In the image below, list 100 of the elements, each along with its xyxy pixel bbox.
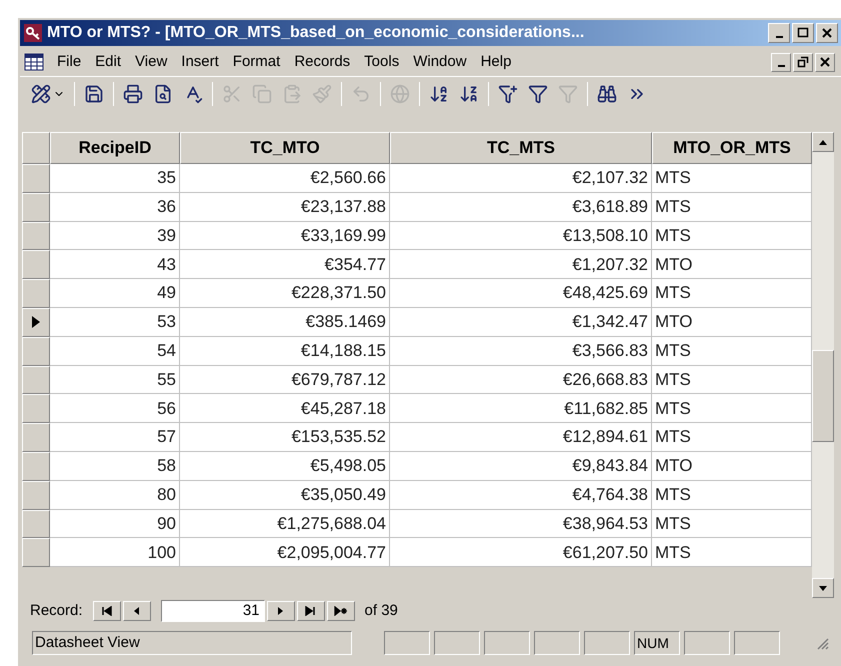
menu-item[interactable]: Records (287, 50, 358, 74)
printer-icon (123, 84, 143, 104)
table-cell: MTS (652, 279, 812, 308)
menu-item[interactable]: View (128, 50, 174, 74)
table-cell: 57 (50, 423, 180, 452)
filter-icon (558, 84, 578, 104)
next-record-button[interactable] (266, 601, 295, 621)
column-header[interactable]: TC_MTS (390, 132, 652, 164)
last-record-button[interactable] (296, 601, 325, 621)
scroll-down-icon[interactable] (819, 586, 827, 590)
menu-item[interactable]: Help (474, 50, 518, 74)
table-cell: €23,137.88 (180, 192, 390, 222)
minimize-button[interactable] (768, 23, 790, 43)
menu-item[interactable]: Tools (357, 50, 406, 74)
last-record-icon (304, 606, 318, 616)
menu-item[interactable]: Window (406, 50, 474, 74)
table-cell: 43 (50, 250, 180, 280)
previous-record-icon (132, 606, 142, 616)
row-selector[interactable] (22, 308, 50, 337)
scroll-thumb[interactable] (812, 350, 834, 442)
paintbrush-icon (312, 84, 332, 104)
table-cell: €4,764.38 (390, 480, 652, 510)
close-icon (821, 27, 833, 39)
datasheet-icon (24, 53, 44, 71)
status-pane (384, 631, 430, 655)
status-pane (434, 631, 480, 655)
table-cell: €679,787.12 (180, 366, 390, 394)
window-title: MTO or MTS? - [MTO_OR_MTS_based_on_economic_considerations... (47, 23, 586, 43)
filter-form-icon (528, 84, 548, 104)
table-cell: MTS (652, 423, 812, 452)
table-cell: MTS (652, 480, 812, 510)
table-cell: 80 (50, 480, 180, 510)
table-cell: MTS (652, 192, 812, 222)
document-minimize-button[interactable] (771, 52, 791, 72)
table-cell: €228,371.50 (180, 279, 390, 308)
filter-selection-icon (498, 84, 518, 104)
sort-ascending-icon (429, 84, 449, 104)
table-cell: 49 (50, 279, 180, 308)
status-pane (534, 631, 580, 655)
globe-icon (390, 84, 410, 104)
first-record-button[interactable] (92, 601, 121, 621)
table-cell: €11,682.85 (390, 394, 652, 424)
maximize-button[interactable] (792, 23, 814, 43)
key-icon (23, 23, 43, 43)
table-cell: 53 (50, 308, 180, 337)
table-cell: €1,342.47 (390, 308, 652, 337)
status-pane (584, 631, 630, 655)
current-record-icon (32, 316, 40, 328)
table-cell: MTS (652, 336, 812, 366)
copy-icon (252, 84, 272, 104)
table-cell: MTS (652, 222, 812, 250)
scissors-icon (222, 84, 242, 104)
menu-item[interactable]: Format (226, 50, 288, 74)
design-view-icon (31, 84, 51, 104)
table-cell: 56 (50, 394, 180, 424)
table-cell: MTO (652, 452, 812, 481)
table-cell: €9,843.84 (390, 452, 652, 481)
resize-grip-icon[interactable] (815, 636, 829, 650)
table-cell: €61,207.50 (390, 538, 652, 568)
table-cell: €385.1469 (180, 308, 390, 337)
close-icon (819, 56, 831, 68)
close-button[interactable] (816, 23, 838, 43)
table-cell: MTO (652, 250, 812, 280)
paste-icon (282, 84, 302, 104)
table-cell: MTS (652, 366, 812, 394)
table-cell: €33,169.99 (180, 222, 390, 250)
record-number-field[interactable]: 31 (160, 600, 265, 622)
menu-item[interactable]: File (50, 50, 88, 74)
table-cell: MTS (652, 394, 812, 424)
status-pane (484, 631, 530, 655)
table-cell: €1,207.32 (390, 250, 652, 280)
undo-icon (351, 84, 371, 104)
menu-item[interactable]: Edit (88, 50, 128, 74)
table-cell: MTS (652, 510, 812, 538)
table-cell: €48,425.69 (390, 279, 652, 308)
status-pane (734, 631, 780, 655)
table-cell: €26,668.83 (390, 366, 652, 394)
menu-item[interactable]: Insert (174, 50, 226, 74)
new-record-button[interactable] (326, 601, 355, 621)
binoculars-icon (597, 84, 617, 104)
table-cell: MTS (652, 164, 812, 193)
table-cell: €12,894.61 (390, 423, 652, 452)
table-cell: 55 (50, 366, 180, 394)
table-cell: 36 (50, 192, 180, 222)
table-cell: €2,560.66 (180, 164, 390, 193)
vertical-scrollbar[interactable] (812, 132, 834, 598)
table-cell: MTS (652, 538, 812, 568)
column-header[interactable]: RecipeID (50, 132, 180, 164)
minimize-icon (778, 65, 784, 67)
column-header[interactable]: TC_MTO (180, 132, 390, 164)
table-cell: €14,188.15 (180, 336, 390, 366)
table-cell: 90 (50, 510, 180, 538)
previous-record-button[interactable] (122, 601, 151, 621)
table-cell: €35,050.49 (180, 480, 390, 510)
status-text: Datasheet View (32, 631, 352, 655)
scroll-up-icon[interactable] (819, 140, 827, 144)
column-header[interactable]: MTO_OR_MTS (652, 132, 812, 164)
document-close-button[interactable] (815, 52, 835, 72)
table-cell: €354.77 (180, 250, 390, 280)
document-restore-button[interactable] (793, 52, 813, 72)
